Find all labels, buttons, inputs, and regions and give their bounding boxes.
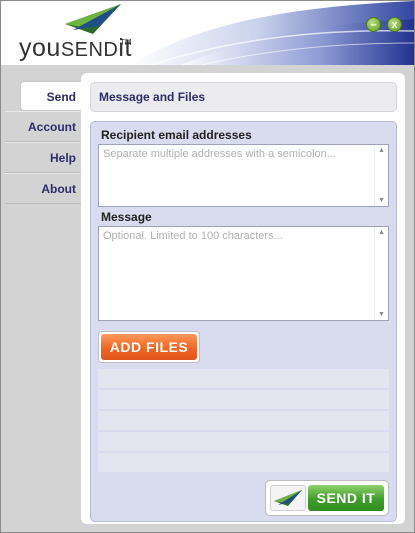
close-button[interactable]: x [387, 17, 402, 32]
file-list-row [98, 453, 389, 474]
nav-item-send[interactable]: Send [20, 81, 81, 111]
trademark-mark: TM [120, 38, 132, 47]
recipients-placeholder: Separate multiple addresses with a semic… [103, 148, 336, 160]
send-arrow-icon [274, 490, 302, 506]
message-scrollbar[interactable]: ▲ ▼ [374, 227, 388, 320]
message-placeholder: Optional. Limited to 100 characters... [103, 230, 283, 242]
scroll-down-arrow-icon[interactable]: ▼ [378, 311, 385, 318]
app-window: youSENDit TM – x Send Account Help About… [0, 0, 415, 533]
send-icon-frame [270, 485, 306, 511]
add-files-button[interactable]: ADD FILES [98, 331, 200, 363]
sidebar-nav: Send Account Help About [5, 81, 81, 204]
logo-text-you: you [19, 34, 61, 62]
add-files-label: ADD FILES [101, 334, 197, 360]
brand-logo-text: youSENDit [19, 34, 132, 63]
main-panel: Message and Files Recipient email addres… [81, 73, 405, 524]
send-it-label: SEND IT [308, 485, 384, 511]
recipients-input[interactable]: Separate multiple addresses with a semic… [98, 144, 389, 207]
file-list-row [98, 369, 389, 390]
nav-item-account[interactable]: Account [5, 111, 81, 142]
minimize-button[interactable]: – [366, 17, 381, 32]
message-label: Message [101, 210, 152, 224]
nav-item-help[interactable]: Help [5, 142, 81, 173]
file-list [98, 369, 389, 474]
message-input[interactable]: Optional. Limited to 100 characters... ▲… [98, 226, 389, 321]
logo-text-send: SEND [60, 39, 119, 61]
recipients-label: Recipient email addresses [101, 128, 252, 142]
nav-item-about[interactable]: About [5, 173, 81, 204]
yousendit-logo-icon [65, 4, 121, 34]
recipients-scrollbar[interactable]: ▲ ▼ [374, 145, 388, 206]
send-it-button[interactable]: SEND IT [265, 480, 389, 516]
send-form: Recipient email addresses Separate multi… [90, 121, 397, 522]
file-list-row [98, 411, 389, 432]
scroll-up-arrow-icon[interactable]: ▲ [378, 147, 385, 154]
header: youSENDit TM – x [1, 1, 414, 65]
scroll-up-arrow-icon[interactable]: ▲ [378, 229, 385, 236]
file-list-row [98, 390, 389, 411]
scroll-down-arrow-icon[interactable]: ▼ [378, 197, 385, 204]
panel-title: Message and Files [90, 82, 397, 112]
file-list-row [98, 432, 389, 453]
